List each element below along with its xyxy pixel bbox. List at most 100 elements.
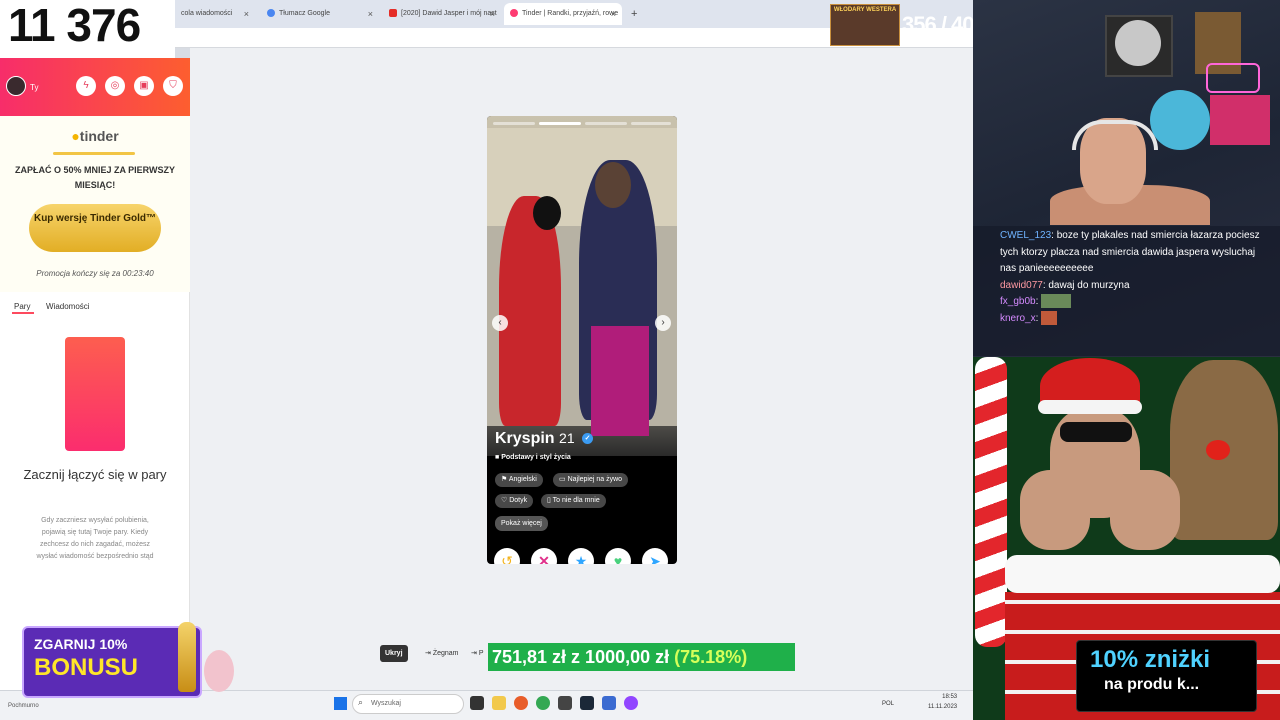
next-photo-icon[interactable]: › (655, 315, 671, 331)
snow-ledge (1005, 555, 1280, 593)
chat-user: dawid077 (1000, 279, 1043, 291)
tab-messages[interactable]: Wiadomości (46, 302, 90, 311)
viewer-counter: 11 376 (0, 0, 175, 58)
promo-text: ZAPŁAĆ O 50% MNIEJ ZA PIERWSZY MIESIĄC! (14, 165, 176, 190)
chat-user: fx_gb0b (1000, 296, 1036, 307)
logo-underline (53, 152, 135, 155)
profile-card[interactable]: ‹ › Kryspin 21 ✓ ■ Podstawy i styl życia… (487, 116, 677, 564)
superlike-icon[interactable]: ★ (568, 548, 594, 564)
like-icon[interactable]: ♥ (605, 548, 631, 564)
candy-cane-pole (975, 357, 1007, 647)
overlay-banner: WŁODARY WESTERA (830, 4, 900, 46)
verified-icon: ✓ (582, 433, 594, 445)
mascot-image (204, 650, 234, 692)
buy-gold-button[interactable]: Kup wersję Tinder Gold™ (29, 204, 161, 252)
photo-progress-bar (493, 122, 535, 125)
close-tab-icon[interactable]: × (611, 3, 616, 25)
tab-label: Tłumacz Google (279, 10, 330, 17)
extra-button[interactable]: ⇥ P (466, 645, 489, 662)
magenta-skirt (591, 326, 649, 436)
compass-icon[interactable]: ◎ (105, 76, 125, 96)
task-view-icon[interactable] (470, 696, 484, 710)
forget-label: Żegnam (432, 650, 459, 657)
chip-label: Najlepiej na żywo (567, 476, 623, 483)
browser-tab[interactable]: cola wiadomości × (175, 3, 255, 25)
chip-label: Angielski (508, 476, 537, 483)
app-icon[interactable] (624, 696, 638, 710)
thumbs-up-right (1110, 470, 1180, 550)
user-name[interactable]: Ty (30, 83, 38, 92)
chat-message: knero_x: (1000, 310, 1272, 328)
rewind-icon[interactable]: ↺ (494, 548, 520, 564)
donation-percent: (75.18%) (674, 647, 748, 667)
close-tab-icon[interactable]: × (368, 3, 373, 25)
tinder-logo: ●tinder (0, 128, 190, 144)
chat-text: : (1035, 312, 1039, 324)
tab-label: [2020] Dawid Jasper i mój nast (401, 10, 497, 17)
close-tab-icon[interactable]: × (244, 3, 249, 25)
browser-tab[interactable]: Tłumacz Google × (261, 3, 379, 25)
clock-time: 18:53 (942, 694, 958, 700)
discount-line-2: na produ k... (1104, 676, 1200, 693)
taskbar-clock[interactable]: 18:53 11.11.2023 (928, 692, 957, 712)
tab-label: Tinder | Randki, przyjaźń, rowe (522, 10, 619, 17)
language-indicator[interactable]: POL (882, 701, 894, 707)
windows-start-icon[interactable] (334, 697, 347, 710)
hair (595, 162, 631, 208)
active-tab-indicator (12, 312, 34, 314)
app-icon[interactable] (602, 696, 616, 710)
discount-line-1: 10% zniżki (1090, 646, 1211, 673)
emote-icon (1041, 294, 1072, 309)
forget-button[interactable]: ⇥ Żegnam (420, 645, 464, 662)
flame-icon: ● (71, 128, 80, 144)
profile-photo[interactable] (487, 116, 677, 456)
close-tab-icon[interactable]: × (490, 3, 495, 25)
photo-progress-bar (539, 122, 581, 125)
dog-red-nose (1206, 440, 1230, 460)
chip-love-language: ♡ Dotyk (495, 494, 534, 508)
chip-drinking: ▯ To nie dla mnie (541, 494, 606, 508)
chrome-icon[interactable] (536, 696, 550, 710)
chat-message: dawid077: dawaj do murzyna (1000, 278, 1272, 295)
donation-goal: 751,81 zł z 1000,00 zł (75.18%) (488, 643, 795, 671)
profile-name-text: Kryspin (495, 430, 555, 447)
shield-icon[interactable]: ⛉ (163, 76, 183, 96)
browser-tab[interactable]: [2020] Dawid Jasper i mój nast × (383, 3, 501, 25)
section-label: Podstawy i styl życia (501, 454, 571, 461)
browser-tab-active[interactable]: Tinder | Randki, przyjaźń, rowe × (504, 3, 622, 25)
empty-matches-title: Zacznij łączyć się w pary (23, 467, 167, 482)
bonus-line-2: BONUSU (34, 654, 139, 681)
chip-label: Dotyk (509, 497, 528, 504)
clock-date: 11.11.2023 (928, 704, 958, 710)
app-icon[interactable] (558, 696, 572, 710)
stream-chat: CWEL_123: boze ty plakales nad smiercia … (1000, 228, 1272, 327)
weather-text: Pochmurno (8, 703, 39, 709)
firefox-icon[interactable] (514, 696, 528, 710)
logo-text: tinder (79, 128, 119, 144)
show-more-button[interactable]: Pokaż więcej (495, 516, 548, 531)
new-tab-button[interactable]: + (625, 3, 641, 25)
cap (533, 196, 561, 230)
tab-matches[interactable]: Pary (14, 302, 30, 311)
avatar[interactable] (6, 76, 26, 96)
search-icon: ⌕ (358, 697, 364, 707)
tab-label: cola wiadomości (181, 10, 233, 17)
taskbar-search[interactable]: Wyszukaj (352, 694, 464, 714)
headphones (1072, 120, 1158, 150)
person-left (499, 196, 561, 426)
arcade-machine (1210, 95, 1270, 145)
briefcase-icon[interactable]: ▣ (134, 76, 154, 96)
previous-photo-icon[interactable]: ‹ (492, 315, 508, 331)
boost-icon[interactable]: ➤ (642, 548, 668, 564)
chip-label: To nie dla mnie (552, 497, 600, 504)
donation-amount: 751,81 zł z 1000,00 zł (492, 647, 670, 667)
file-explorer-icon[interactable] (492, 696, 506, 710)
hide-button[interactable]: Ukryj (380, 645, 408, 662)
nope-icon[interactable]: ✕ (531, 548, 557, 564)
tinder-icon (510, 9, 518, 18)
steam-icon[interactable] (580, 696, 594, 710)
chip-language: ⚑ Angielski (495, 473, 543, 487)
google-translate-icon (267, 9, 275, 18)
profile-section: ■ Podstawy i styl życia (495, 454, 571, 461)
bolt-icon[interactable]: ϟ (76, 76, 96, 96)
